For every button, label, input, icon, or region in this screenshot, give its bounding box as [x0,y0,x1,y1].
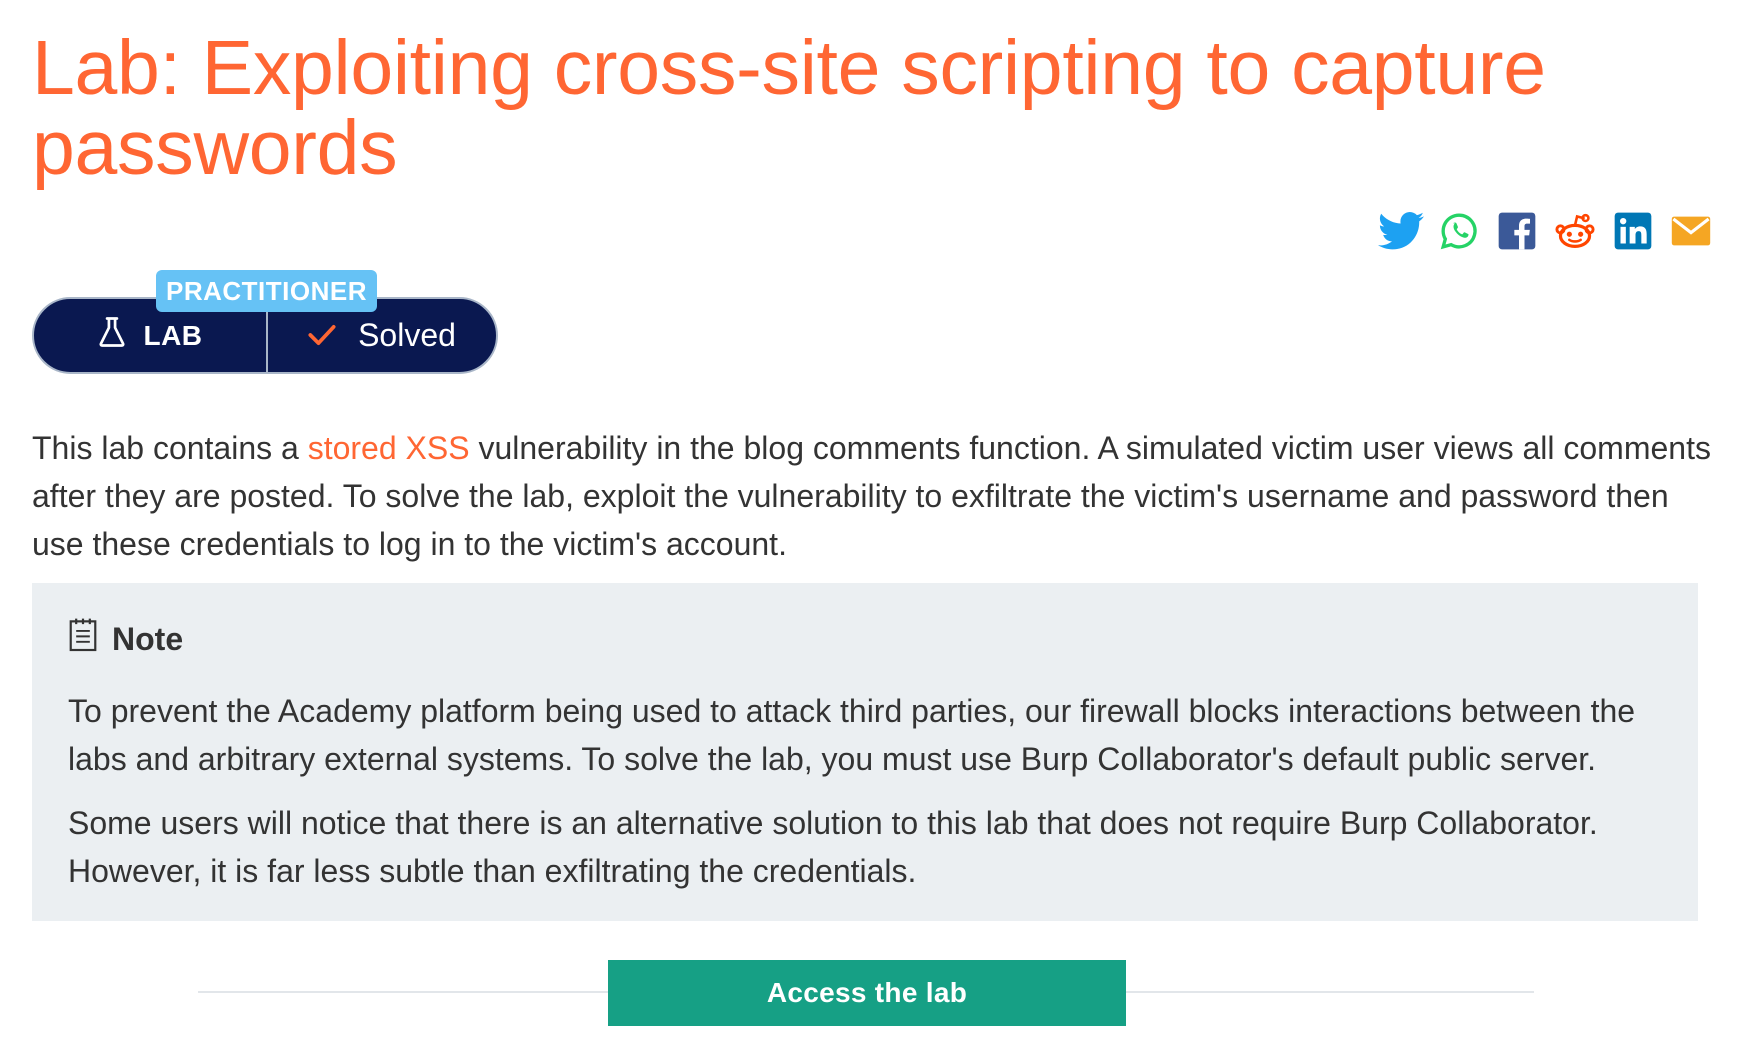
status-label: Solved [358,317,456,353]
lab-badge: PRACTITIONER LAB Solved [32,270,502,378]
level-tag: PRACTITIONER [156,270,377,312]
access-lab-button[interactable]: Access the lab [608,960,1126,1026]
lab-label: LAB [143,319,203,351]
note-heading: Note [112,620,184,657]
note-box: Note To prevent the Academy platform bei… [32,583,1698,921]
access-lab-row: Access the lab [198,960,1534,1026]
stored-xss-link[interactable]: stored XSS [308,430,470,466]
reddit-icon[interactable] [1552,208,1598,254]
note-header: Note [68,617,1662,661]
note-paragraph: Some users will notice that there is an … [68,805,1598,889]
checkmark-icon [308,317,336,354]
email-icon[interactable] [1668,208,1714,254]
facebook-icon[interactable] [1494,208,1540,254]
note-paragraph: To prevent the Academy platform being us… [68,693,1636,777]
linkedin-icon[interactable] [1610,208,1656,254]
page-title: Lab: Exploiting cross-site scripting to … [32,25,1546,191]
twitter-icon[interactable] [1378,208,1424,254]
lab-description: This lab contains a stored XSS vulnerabi… [32,424,1722,568]
share-bar [1378,208,1714,254]
flask-icon [97,316,127,355]
notepad-icon [68,617,98,661]
description-text-start: This lab contains a [32,430,308,466]
whatsapp-icon[interactable] [1436,208,1482,254]
